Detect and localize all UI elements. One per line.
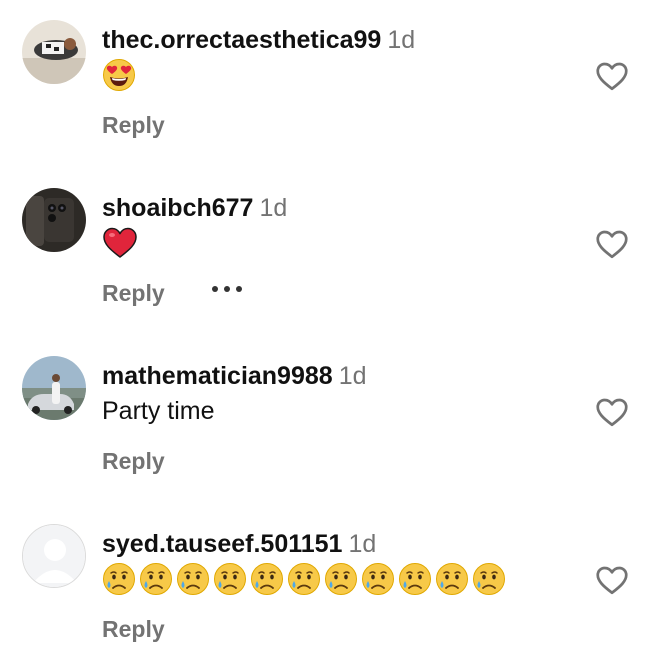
comment-item: thec.orrectaesthetica99 1d Reply <box>0 0 651 168</box>
comment-text: Party time <box>102 396 215 425</box>
crying-face-emoji-icon <box>177 563 209 595</box>
default-avatar[interactable] <box>22 524 86 588</box>
comment-item: shoaibch677 1d Reply <box>0 168 651 336</box>
username[interactable]: shoaibch677 <box>102 194 253 222</box>
comment-header: shoaibch677 1d <box>102 192 287 224</box>
reply-button[interactable]: Reply <box>102 280 165 307</box>
comment-item: mathematician9988 1d Party time Reply <box>0 336 651 504</box>
avatar[interactable] <box>22 356 86 420</box>
timestamp[interactable]: 1d <box>339 362 367 390</box>
heart-outline-icon[interactable] <box>594 58 630 94</box>
crying-face-emoji-icon <box>251 563 283 595</box>
avatar[interactable] <box>22 20 86 84</box>
crying-face-emoji-icon <box>140 563 172 595</box>
comment-header: thec.orrectaesthetica99 1d <box>102 24 415 56</box>
comment-header: mathematician9988 1d <box>102 360 367 392</box>
comment-body <box>102 58 136 92</box>
more-horizontal-icon[interactable] <box>210 282 244 296</box>
heart-outline-icon[interactable] <box>594 394 630 430</box>
avatar[interactable] <box>22 188 86 252</box>
heart-outline-icon[interactable] <box>594 226 630 262</box>
timestamp[interactable]: 1d <box>387 26 415 54</box>
reply-button[interactable]: Reply <box>102 112 165 139</box>
heart-outline-icon[interactable] <box>594 562 630 598</box>
timestamp[interactable]: 1d <box>259 194 287 222</box>
comment-body <box>102 562 506 596</box>
reply-button[interactable]: Reply <box>102 616 165 643</box>
crying-face-emoji-icon <box>103 563 135 595</box>
red-heart-emoji-icon <box>103 227 137 258</box>
timestamp[interactable]: 1d <box>348 530 376 558</box>
crying-face-emoji-icon <box>436 563 468 595</box>
username[interactable]: mathematician9988 <box>102 362 333 390</box>
heart-eyes-emoji-icon <box>103 59 135 91</box>
comment-body <box>102 226 138 260</box>
crying-face-emoji-icon <box>399 563 431 595</box>
username[interactable]: thec.orrectaesthetica99 <box>102 26 381 54</box>
crying-face-emoji-icon <box>325 563 357 595</box>
crying-face-emoji-icon <box>288 563 320 595</box>
crying-face-emoji-icon <box>362 563 394 595</box>
comment-header: syed.tauseef.501151 1d <box>102 528 376 560</box>
username[interactable]: syed.tauseef.501151 <box>102 530 342 558</box>
crying-face-emoji-icon <box>473 563 505 595</box>
comment-item: syed.tauseef.501151 1d Reply <box>0 504 651 672</box>
crying-face-emoji-icon <box>214 563 246 595</box>
comment-body: Party time <box>102 394 215 428</box>
reply-button[interactable]: Reply <box>102 448 165 475</box>
